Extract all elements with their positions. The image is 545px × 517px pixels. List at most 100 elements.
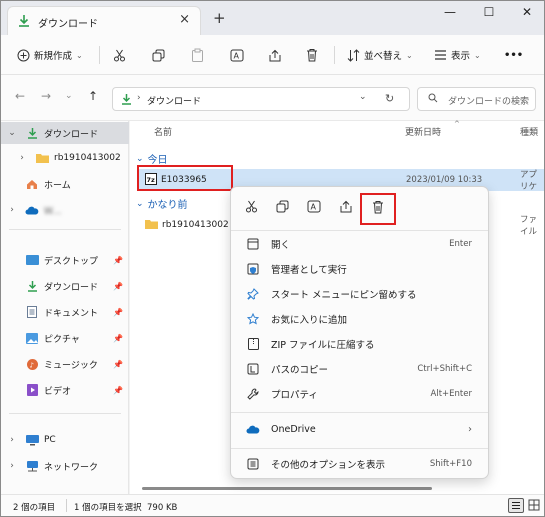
sort-button[interactable]: 並べ替え ⌄ [347,44,413,66]
menu-item-open[interactable]: 開く Enter [237,231,482,256]
sidebar-item-home[interactable]: ホーム [1,173,129,195]
details-view-button[interactable] [508,498,524,513]
rename-icon[interactable]: A [307,200,321,216]
menu-item-compress-zip[interactable]: ZIP ファイルに圧縮する [237,331,482,356]
sidebar-item-pc[interactable]: › PC [1,429,129,451]
pin-icon: 📌 [113,255,123,265]
up-button[interactable]: ↑ [88,89,98,103]
star-icon [241,312,265,325]
copy-icon[interactable] [276,200,289,216]
new-tab-button[interactable]: + [213,9,226,27]
sidebar-item-label: デスクトップ [44,256,99,267]
copy-icon [152,49,165,62]
sidebar-item-label: PC [44,435,56,445]
close-tab-button[interactable]: × [179,12,190,27]
pin-icon: 📌 [113,333,123,343]
cut-button[interactable] [113,44,126,66]
highlight-box-file [137,165,233,191]
search-icon [428,93,438,106]
sidebar-item-documents[interactable]: ドキュメント 📌 [1,301,129,323]
tab-downloads[interactable]: ダウンロード × [7,6,201,35]
more-button[interactable]: ••• [504,44,523,66]
menu-item-shortcut: Alt+Enter [430,388,472,399]
chevron-right-icon: › [468,424,472,435]
recent-dropdown[interactable]: ⌄ [65,91,73,101]
tab-title: ダウンロード [38,19,98,30]
copy-button[interactable] [152,44,165,66]
sidebar-item-downloads[interactable]: ⌄ ダウンロード [1,122,129,144]
menu-item-add-favorite[interactable]: お気に入りに追加 [237,306,482,331]
chevron-right-icon[interactable]: › [1,205,23,215]
scissors-icon[interactable] [245,200,258,216]
new-button[interactable]: 新規作成 ⌄ [17,44,83,66]
column-header-type[interactable]: 種類 [520,125,538,138]
menu-item-label: お気に入りに追加 [271,314,348,326]
address-bar[interactable]: › ダウンロード ⌄ ↻ [112,87,410,111]
column-header-date[interactable]: 更新日時 [405,125,441,138]
download-icon [23,280,41,292]
rename-button[interactable]: A [230,44,244,66]
sidebar-item-label: Ｗ... [44,206,62,217]
horizontal-scrollbar[interactable] [142,487,432,490]
close-window-button[interactable]: ✕ [509,5,544,25]
chevron-down-icon: ⌄ [136,198,144,209]
forward-button[interactable]: → [41,89,51,103]
sidebar-item-rb1910413002[interactable]: › rb1910413002 [1,147,129,169]
menu-item-pin-to-start[interactable]: スタート メニューにピン留めする [237,281,482,306]
chevron-right-icon[interactable]: › [1,435,23,445]
sidebar-item-music[interactable]: ♪ ミュージック 📌 [1,353,129,375]
group-header-today[interactable]: ⌄ 今日 [136,151,168,167]
sidebar-item-label: ミュージック [44,360,98,371]
menu-divider [231,412,488,413]
sidebar-item-desktop[interactable]: デスクトップ 📌 [1,249,129,271]
delete-button[interactable] [306,44,318,66]
back-button[interactable]: ← [15,89,25,103]
view-button[interactable]: 表示 ⌄ [434,44,481,66]
menu-item-label: パスのコピー [271,364,329,376]
share-icon [268,49,282,62]
chevron-down-icon[interactable]: ⌄ [1,128,23,138]
network-icon [23,460,41,472]
pin-icon [241,287,265,300]
maximize-button[interactable]: ☐ [471,5,507,25]
sidebar-item-downloads-quick[interactable]: ダウンロード 📌 [1,275,129,297]
view-label: 表示 [451,51,471,62]
refresh-icon[interactable]: ↻ [385,92,394,105]
sidebar-item-onedrive[interactable]: › Ｗ... [1,199,129,221]
sidebar-item-label: ダウンロード [44,129,99,140]
column-header-name[interactable]: 名前 [154,125,172,138]
paste-button[interactable] [191,44,204,66]
pc-icon [23,434,41,446]
sort-icon [347,48,360,62]
sidebar-item-pictures[interactable]: ピクチャ 📌 [1,327,129,349]
address-dropdown[interactable]: ⌄ [359,92,367,102]
shield-icon [241,263,265,275]
chevron-right-icon[interactable]: › [1,461,23,471]
search-input[interactable]: ダウンロードの検索 [417,87,536,111]
toolbar-divider [99,46,100,64]
menu-divider [231,448,488,449]
address-path[interactable]: ダウンロード [147,94,201,107]
group-header-long-ago[interactable]: ⌄ かなり前 [136,196,188,212]
menu-item-properties[interactable]: プロパティ Alt+Enter [237,381,482,406]
menu-item-copy-path[interactable]: パスのコピー Ctrl+Shift+C [237,356,482,381]
menu-item-label: 開く [271,239,291,251]
minimize-button[interactable]: — [432,5,468,25]
share-icon[interactable] [339,200,353,216]
more-options-icon [241,458,265,470]
sidebar-item-network[interactable]: › ネットワーク [1,455,129,477]
tiles-view-button[interactable] [528,499,540,514]
sidebar-item-videos[interactable]: ビデオ 📌 [1,379,129,401]
menu-item-run-as-admin[interactable]: 管理者として実行 [237,256,482,281]
menu-item-onedrive[interactable]: OneDrive › [237,417,482,442]
scissors-icon [113,49,126,62]
sidebar-item-label: ピクチャ [44,334,80,345]
share-button[interactable] [268,44,282,66]
sidebar-item-label: ネットワーク [44,462,99,473]
sort-label: 並べ替え [364,51,403,62]
menu-item-more-options[interactable]: その他のオプションを表示 Shift+F10 [237,451,482,476]
chevron-right-icon[interactable]: › [11,153,33,163]
sidebar-item-label: rb1910413002 [54,153,121,163]
pin-icon: 📌 [113,385,123,395]
download-icon [18,14,30,30]
